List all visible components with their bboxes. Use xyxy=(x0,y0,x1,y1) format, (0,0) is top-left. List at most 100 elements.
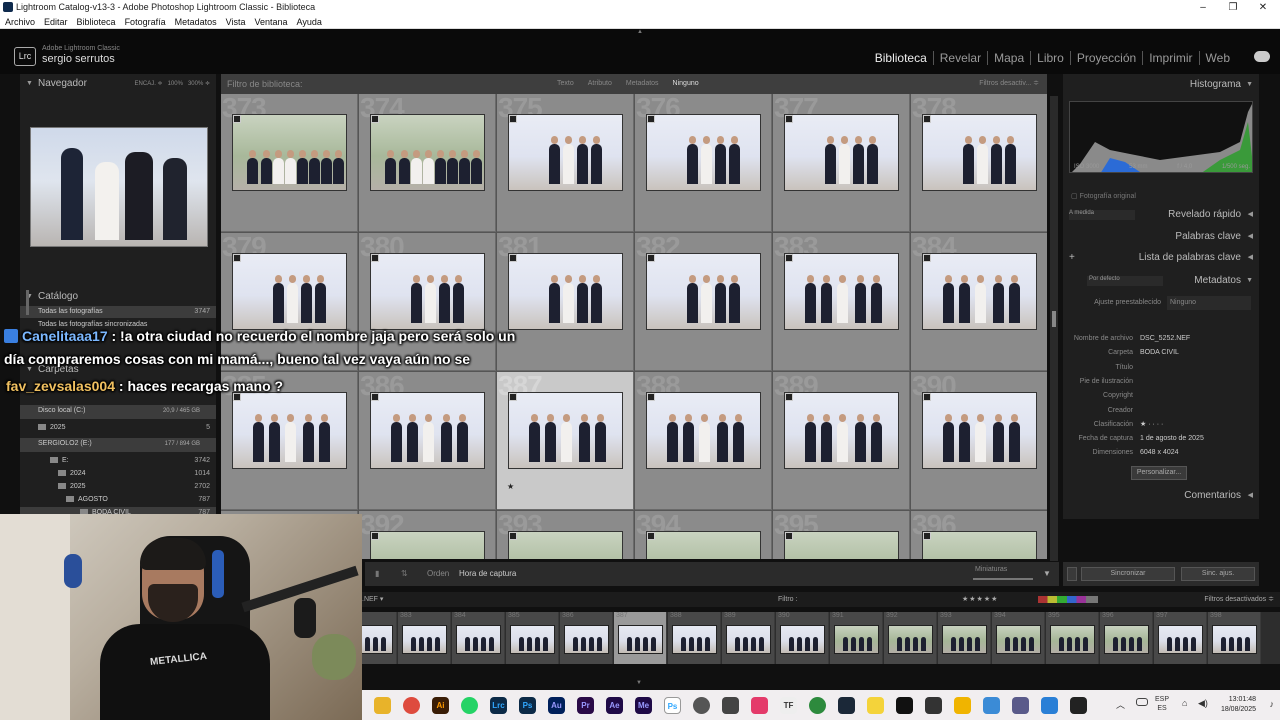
filmstrip-thumbnail[interactable] xyxy=(456,625,501,654)
menu-editar[interactable]: Editar xyxy=(44,15,68,28)
photo-thumbnail[interactable] xyxy=(646,531,761,559)
photo-thumbnail[interactable] xyxy=(508,392,623,469)
grid-cell[interactable]: 373 xyxy=(221,94,358,232)
filmstrip-cell[interactable]: 398 xyxy=(1208,612,1261,664)
collapse-triangle-icon[interactable]: ◀ xyxy=(1248,248,1253,268)
stack-badge-icon[interactable] xyxy=(233,254,241,262)
filter-tab-atributo[interactable]: Atributo xyxy=(588,74,612,94)
color-label-filter[interactable] xyxy=(1038,596,1098,603)
zoom-100[interactable]: 100% xyxy=(168,81,183,87)
collapse-triangle-icon[interactable]: ◀ xyxy=(1248,486,1253,506)
left-panel-scrollbar[interactable] xyxy=(26,290,29,315)
filmstrip-thumbnail[interactable] xyxy=(618,625,663,654)
metadata-preset-select[interactable]: Ninguno xyxy=(1167,296,1251,310)
filmstrip-cell[interactable]: 397 xyxy=(1154,612,1207,664)
usb-device-icon[interactable] xyxy=(1136,698,1148,706)
grid-cell[interactable]: 377 xyxy=(773,94,910,232)
obs-icon[interactable] xyxy=(693,697,710,714)
rating-star-icon[interactable]: ★ xyxy=(507,482,514,491)
filmstrip-thumbnail[interactable] xyxy=(1050,625,1095,654)
menu-biblioteca[interactable]: Biblioteca xyxy=(77,15,116,28)
illustrator-icon[interactable]: Ai xyxy=(432,697,449,714)
metadata-row[interactable]: Dimensiones 6048 x 4024 xyxy=(1063,446,1259,460)
toolbar-menu-chevron-icon[interactable]: ▼ xyxy=(1043,562,1051,586)
menu-ayuda[interactable]: Ayuda xyxy=(297,15,322,28)
filmstrip-cell[interactable]: 394 xyxy=(992,612,1045,664)
filmstrip-cell[interactable]: 392 xyxy=(884,612,937,664)
zoom-fit[interactable]: ENCAJ. ≑ xyxy=(135,81,163,87)
grid-cell[interactable]: 392 xyxy=(359,511,496,559)
grid-cell[interactable]: 390 xyxy=(911,372,1047,510)
stack-badge-icon[interactable] xyxy=(647,254,655,262)
volume-icon[interactable]: ◀) xyxy=(1198,698,1208,709)
grid-cell[interactable]: 389 xyxy=(773,372,910,510)
photo-thumbnail[interactable] xyxy=(784,114,899,191)
tray-chevron-icon[interactable]: ︿ xyxy=(1116,698,1125,711)
collapse-triangle-icon[interactable]: ◀ xyxy=(1248,227,1253,247)
filmstrip-thumbnail[interactable] xyxy=(780,625,825,654)
sort-dropdown[interactable]: Hora de captura xyxy=(459,562,516,586)
photo-thumbnail[interactable] xyxy=(646,392,761,469)
filmstrip-filename[interactable]: .NEF ▾ xyxy=(362,592,383,607)
collapse-triangle-icon[interactable]: ◀ xyxy=(1248,205,1253,225)
lightroom-classic-icon[interactable]: Lrc xyxy=(490,697,507,714)
grid-cell[interactable]: 375 xyxy=(497,94,634,232)
keyword-list-header[interactable]: + Lista de palabras clave ◀ xyxy=(1063,248,1259,268)
collapse-triangle-icon[interactable]: ▼ xyxy=(26,75,33,93)
filmstrip-thumbnail[interactable] xyxy=(564,625,609,654)
metadata-row[interactable]: Creador xyxy=(1063,404,1259,418)
photo-thumbnail[interactable] xyxy=(922,392,1037,469)
photoshop-icon[interactable]: Ps xyxy=(519,697,536,714)
stack-badge-icon[interactable] xyxy=(371,393,379,401)
comments-header[interactable]: Comentarios ◀ xyxy=(1063,486,1259,506)
filmstrip-cell[interactable]: 390 xyxy=(776,612,829,664)
network-icon[interactable]: ⌂ xyxy=(1182,698,1187,708)
metadata-row[interactable]: Copyright xyxy=(1063,389,1259,403)
grid-scrollbar[interactable] xyxy=(1050,96,1058,561)
after-effects-icon[interactable]: Ae xyxy=(606,697,623,714)
metadata-row[interactable]: Carpeta BODA CIVIL xyxy=(1063,346,1259,360)
filmstrip-cell[interactable]: 396 xyxy=(1100,612,1153,664)
metadata-value[interactable]: 1 de agosto de 2025 xyxy=(1140,432,1204,446)
customize-button[interactable]: Personalizar... xyxy=(1131,466,1187,480)
filmstrip-cell[interactable]: 395 xyxy=(1046,612,1099,664)
grid-cell[interactable]: 382 xyxy=(635,233,772,371)
stack-badge-icon[interactable] xyxy=(923,115,931,123)
sync-button[interactable]: Sincronizar xyxy=(1081,567,1175,581)
catalog-header[interactable]: ▼ Catálogo xyxy=(20,288,216,306)
photo-thumbnail[interactable] xyxy=(370,114,485,191)
metadata-row[interactable]: Clasificación ★ · · · · xyxy=(1063,418,1259,432)
grid-cell-selected[interactable]: 387 ★ xyxy=(497,372,634,510)
photo-thumbnail[interactable] xyxy=(784,392,899,469)
collapse-triangle-icon[interactable]: ▼ xyxy=(1246,75,1253,95)
metadata-value[interactable]: ★ · · · · xyxy=(1140,418,1163,432)
filmstrip-cell[interactable]: 391 xyxy=(830,612,883,664)
grid-cell[interactable]: 394 xyxy=(635,511,772,559)
notifications-icon[interactable]: ♪ xyxy=(1270,699,1275,709)
filter-tab-texto[interactable]: Texto xyxy=(557,74,574,94)
menu-vista[interactable]: Vista xyxy=(226,15,246,28)
grid-view-icon[interactable]: ▮ xyxy=(375,562,379,586)
photo-thumbnail[interactable] xyxy=(922,531,1037,559)
chrome-icon[interactable] xyxy=(403,697,420,714)
metadata-value[interactable]: DSC_5252.NEF xyxy=(1140,332,1190,346)
grid-cell[interactable]: 395 xyxy=(773,511,910,559)
thumbnail-size-slider[interactable] xyxy=(973,578,1033,580)
scrollbar-thumb[interactable] xyxy=(1052,311,1056,327)
whatsapp-icon[interactable] xyxy=(461,697,478,714)
stack-badge-icon[interactable] xyxy=(509,532,517,540)
photo-thumbnail[interactable] xyxy=(784,531,899,559)
filmstrip-thumbnail[interactable] xyxy=(1212,625,1257,654)
system-clock[interactable]: 13:01:48 18/08/2025 xyxy=(1221,695,1256,715)
stack-badge-icon[interactable] xyxy=(233,115,241,123)
filmstrip-cell[interactable]: 385 xyxy=(506,612,559,664)
original-photo-checkbox[interactable]: ▢ Fotografía original xyxy=(1071,192,1136,200)
filmstrip-cell[interactable]: 388 xyxy=(668,612,721,664)
metadata-row[interactable]: Pie de ilustración xyxy=(1063,375,1259,389)
photo-thumbnail[interactable] xyxy=(646,253,761,330)
filmstrip-cell[interactable]: 383 xyxy=(398,612,451,664)
media-player-icon[interactable] xyxy=(1012,697,1029,714)
folder-icon[interactable] xyxy=(954,697,971,714)
histogram-header[interactable]: Histograma ▼ xyxy=(1063,75,1259,95)
sync-settings-button[interactable]: Sinc. ajus. xyxy=(1181,567,1255,581)
